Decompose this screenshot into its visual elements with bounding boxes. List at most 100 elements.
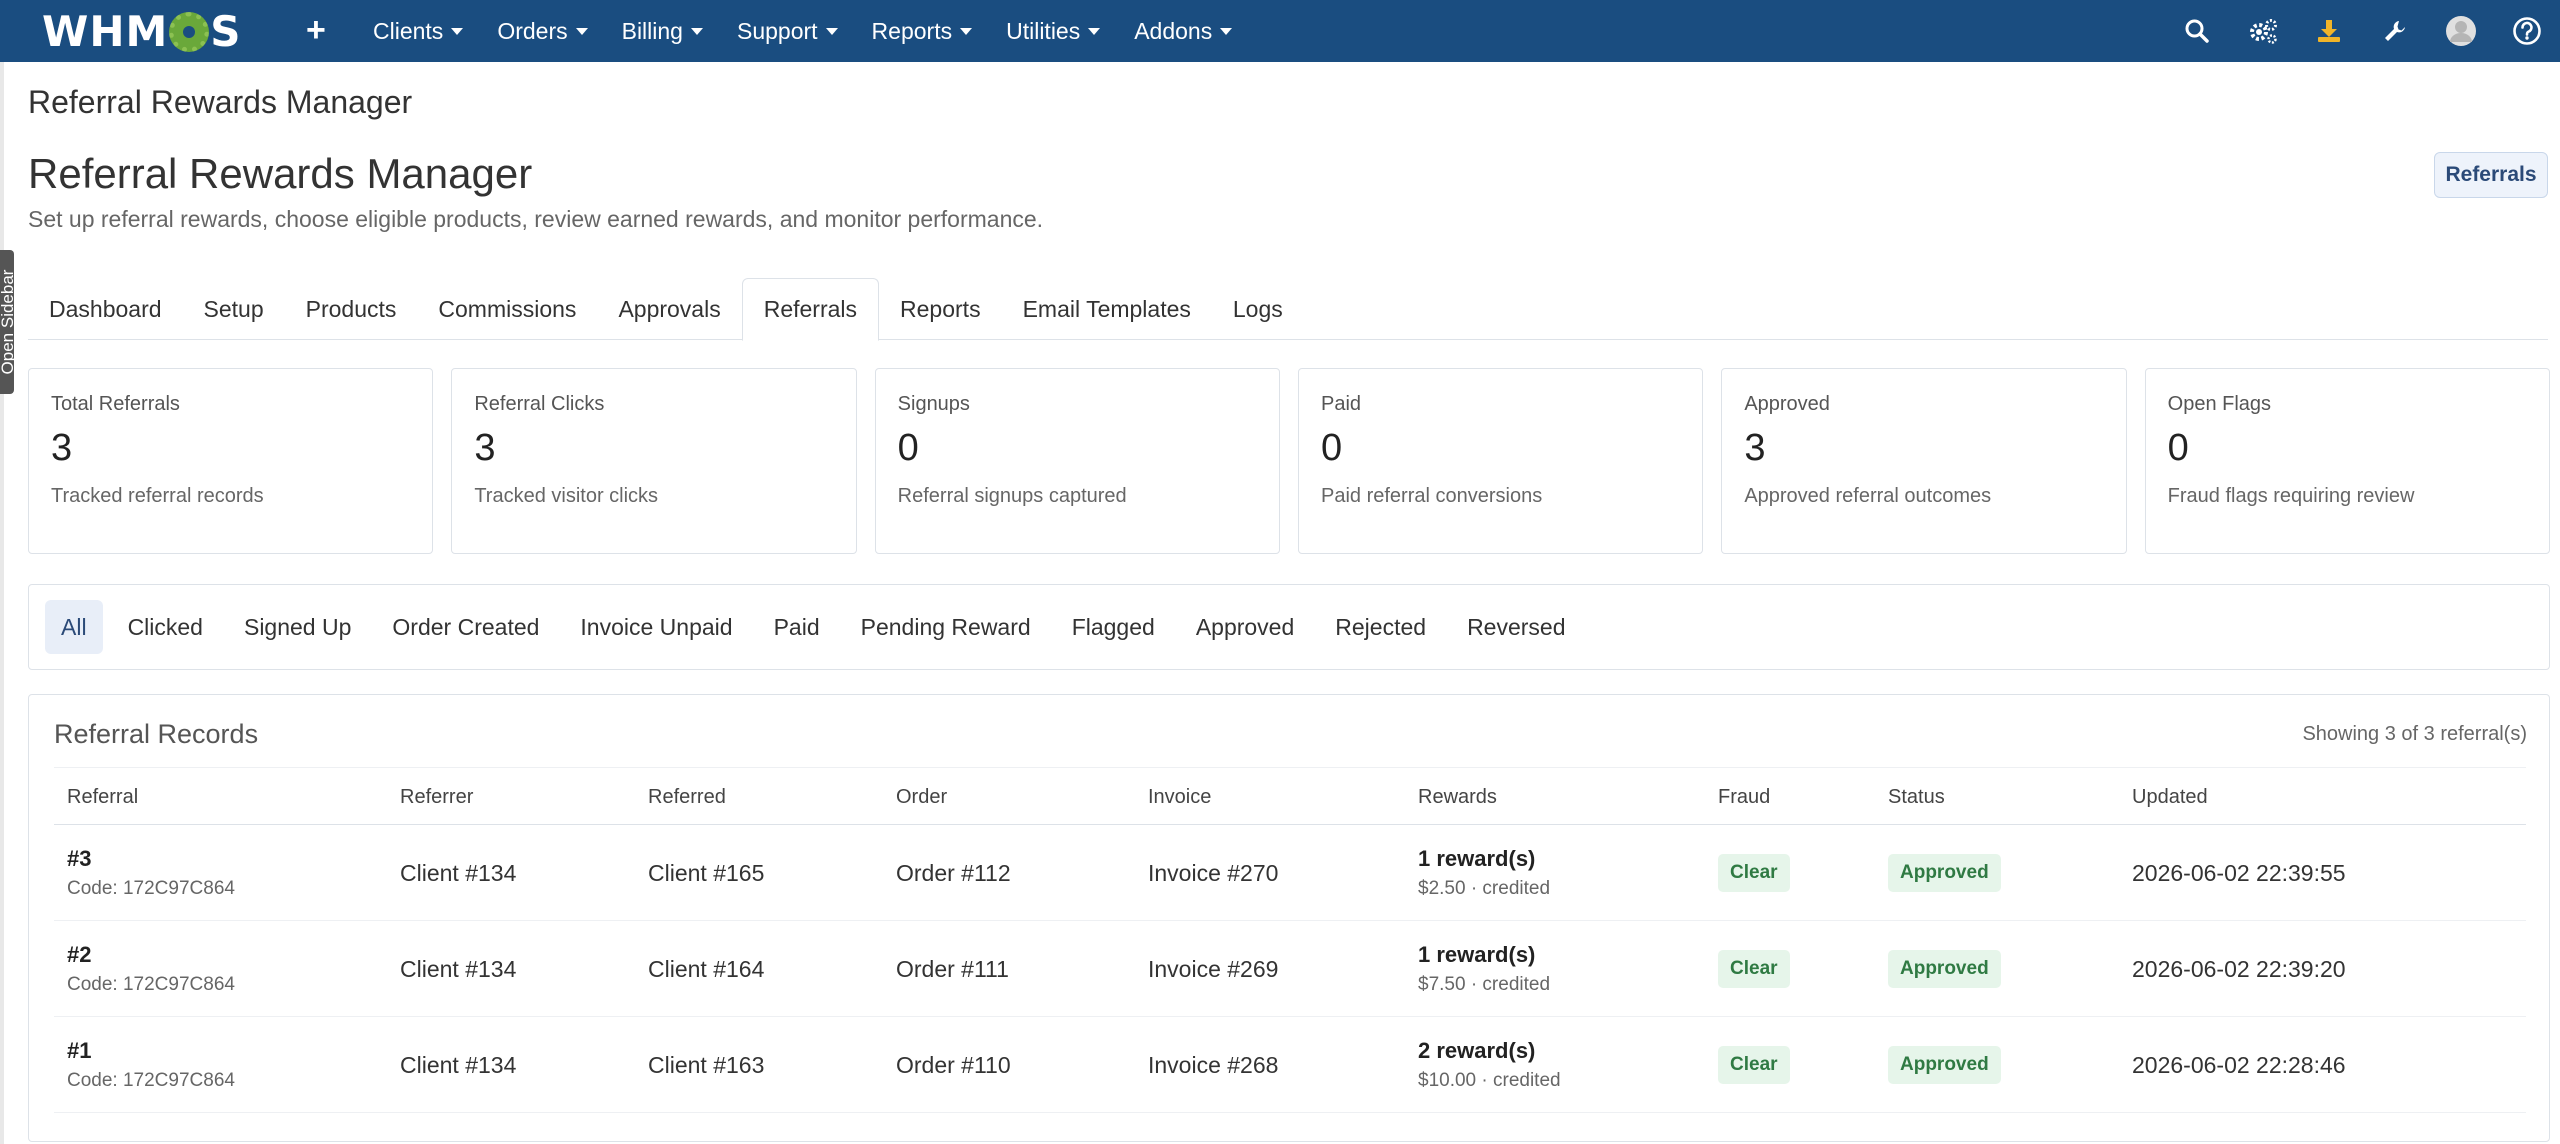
- menu-addons[interactable]: Addons: [1117, 0, 1249, 62]
- menu-clients[interactable]: Clients: [356, 0, 480, 62]
- stat-label: Signups: [897, 393, 970, 415]
- column-header-rewards[interactable]: Rewards: [1418, 768, 1497, 826]
- whmcs-logo[interactable]: WHM S: [42, 4, 242, 58]
- menu-billing[interactable]: Billing: [605, 0, 720, 62]
- referral-cell: #3 Code: 172C97C864: [67, 825, 235, 921]
- referred-cell[interactable]: Client #163: [648, 1017, 764, 1113]
- stat-card-open-flags: Open Flags 0 Fraud flags requiring revie…: [2144, 368, 2550, 554]
- gear-logo-icon: [169, 12, 210, 52]
- referrer-cell[interactable]: Client #134: [400, 1017, 516, 1113]
- stats-row: Total Referrals 3 Tracked referral recor…: [28, 368, 2550, 554]
- download-icon[interactable]: [2296, 0, 2362, 62]
- referrals-button[interactable]: Referrals: [2434, 152, 2548, 198]
- status-cell: Approved: [1888, 1017, 2001, 1113]
- column-header-status[interactable]: Status: [1888, 768, 1945, 826]
- tab-setup[interactable]: Setup: [183, 278, 285, 340]
- invoice-cell[interactable]: Invoice #269: [1148, 921, 1278, 1017]
- column-header-invoice[interactable]: Invoice: [1148, 768, 1211, 826]
- caret-down-icon: [575, 27, 588, 35]
- referred-cell[interactable]: Client #164: [648, 921, 764, 1017]
- referrer-cell[interactable]: Client #134: [400, 825, 516, 921]
- referral-code: Code: 172C97C864: [67, 974, 235, 995]
- referrer-cell[interactable]: Client #134: [400, 921, 516, 1017]
- cogs-icon[interactable]: [2230, 0, 2296, 62]
- referral-id[interactable]: #1: [67, 1038, 91, 1064]
- filter-approved[interactable]: Approved: [1180, 600, 1310, 654]
- nav-icon-bar: [2164, 0, 2560, 62]
- table-row[interactable]: #2 Code: 172C97C864 Client #134 Client #…: [54, 921, 2526, 1017]
- tab-commissions[interactable]: Commissions: [417, 278, 597, 340]
- order-cell[interactable]: Order #112: [896, 825, 1011, 921]
- referral-code: Code: 172C97C864: [67, 878, 235, 899]
- menu-orders[interactable]: Orders: [480, 0, 604, 62]
- stat-label: Total Referrals: [51, 393, 180, 415]
- invoice-cell[interactable]: Invoice #270: [1148, 825, 1278, 921]
- filter-clicked[interactable]: Clicked: [112, 600, 219, 654]
- wrench-icon[interactable]: [2362, 0, 2428, 62]
- menu-support[interactable]: Support: [720, 0, 855, 62]
- filter-pending-reward[interactable]: Pending Reward: [845, 600, 1047, 654]
- filter-signed-up[interactable]: Signed Up: [228, 600, 367, 654]
- filter-invoice-unpaid[interactable]: Invoice Unpaid: [564, 600, 748, 654]
- filter-order-created[interactable]: Order Created: [376, 600, 555, 654]
- order-cell[interactable]: Order #110: [896, 1017, 1011, 1113]
- menu-label: Reports: [871, 17, 953, 44]
- rewards-cell: 2 reward(s) $10.00 · credited: [1418, 1017, 1561, 1113]
- stat-value: 0: [1320, 427, 1343, 469]
- stat-card-total-referrals: Total Referrals 3 Tracked referral recor…: [28, 368, 434, 554]
- column-header-referral[interactable]: Referral: [67, 768, 138, 826]
- column-header-referred[interactable]: Referred: [648, 768, 726, 826]
- menu-utilities[interactable]: Utilities: [989, 0, 1117, 62]
- tab-logs[interactable]: Logs: [1212, 278, 1304, 340]
- filter-reversed[interactable]: Reversed: [1451, 600, 1581, 654]
- top-navbar: WHM S + Clients Orders Billing Support Re…: [0, 0, 2560, 62]
- table-row[interactable]: #1 Code: 172C97C864 Client #134 Client #…: [54, 1017, 2526, 1113]
- tab-reports[interactable]: Reports: [879, 278, 1002, 340]
- column-header-updated[interactable]: Updated: [2132, 768, 2208, 826]
- caret-down-icon: [1088, 27, 1101, 35]
- stat-description: Fraud flags requiring review: [2167, 485, 2415, 507]
- referral-code: Code: 172C97C864: [67, 1070, 235, 1091]
- column-header-referrer[interactable]: Referrer: [400, 768, 473, 826]
- fraud-cell: Clear: [1718, 921, 1790, 1017]
- stat-description: Referral signups captured: [897, 485, 1127, 507]
- open-sidebar-toggle[interactable]: Open Sidebar: [0, 250, 14, 394]
- avatar-icon[interactable]: [2428, 0, 2494, 62]
- status-badge: Approved: [1888, 854, 2001, 892]
- tab-referrals[interactable]: Referrals: [741, 278, 880, 341]
- tab-dashboard[interactable]: Dashboard: [28, 278, 183, 340]
- menu-reports[interactable]: Reports: [855, 0, 990, 62]
- rewards-cell: 1 reward(s) $7.50 · credited: [1418, 921, 1550, 1017]
- filter-paid[interactable]: Paid: [758, 600, 836, 654]
- left-edge-rule: [0, 62, 4, 1144]
- referral-id[interactable]: #2: [67, 942, 91, 968]
- tab-products[interactable]: Products: [285, 278, 418, 340]
- menu-label: Billing: [621, 17, 683, 44]
- tab-email-templates[interactable]: Email Templates: [1002, 278, 1212, 340]
- status-badge: Approved: [1888, 1046, 2001, 1084]
- tab-approvals[interactable]: Approvals: [597, 278, 741, 340]
- stat-value: 0: [897, 427, 919, 469]
- referred-cell[interactable]: Client #165: [648, 825, 764, 921]
- stat-description: Approved referral outcomes: [1744, 485, 1992, 507]
- records-title: Referral Records: [54, 719, 259, 749]
- invoice-cell[interactable]: Invoice #268: [1148, 1017, 1278, 1113]
- order-cell[interactable]: Order #111: [896, 921, 1009, 1017]
- referral-id[interactable]: #3: [67, 846, 91, 872]
- stat-card-approved: Approved 3 Approved referral outcomes: [1721, 368, 2127, 554]
- menu-label: Orders: [497, 17, 568, 44]
- filter-all[interactable]: All: [45, 600, 103, 654]
- search-icon[interactable]: [2164, 0, 2230, 62]
- column-header-order[interactable]: Order: [896, 768, 947, 826]
- status-badge: Approved: [1888, 950, 2001, 988]
- fraud-badge: Clear: [1718, 1046, 1790, 1084]
- stat-card-referral-clicks: Referral Clicks 3 Tracked visitor clicks: [451, 368, 857, 554]
- filter-rejected[interactable]: Rejected: [1319, 600, 1442, 654]
- column-header-fraud[interactable]: Fraud: [1718, 768, 1770, 826]
- filter-flagged[interactable]: Flagged: [1056, 600, 1171, 654]
- status-filter-bar: All Clicked Signed Up Order Created Invo…: [28, 584, 2550, 670]
- help-icon[interactable]: [2494, 0, 2560, 62]
- table-row[interactable]: #3 Code: 172C97C864 Client #134 Client #…: [54, 825, 2526, 921]
- quick-add-button[interactable]: +: [306, 10, 326, 50]
- stat-description: Tracked visitor clicks: [474, 485, 659, 507]
